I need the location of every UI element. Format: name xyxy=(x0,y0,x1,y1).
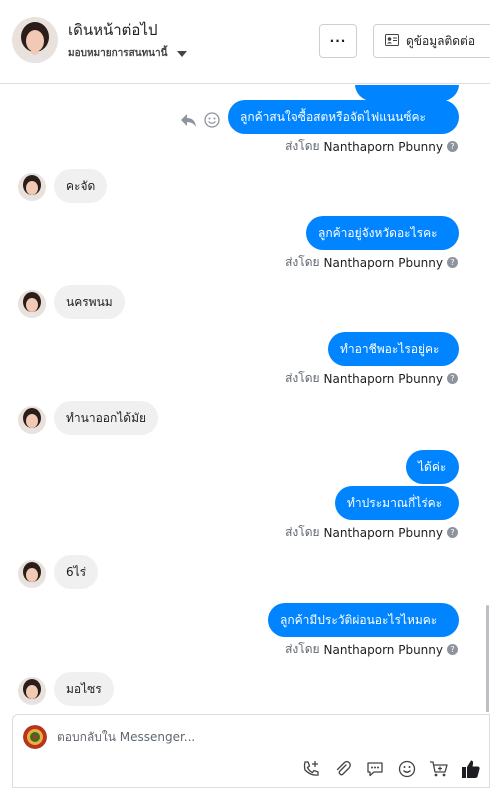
sent-by-prefix: ส่งโดย xyxy=(285,371,320,385)
help-icon[interactable]: ? xyxy=(447,527,458,538)
message-outgoing: ทำอาชีพอะไรอยู่คะ xyxy=(328,332,459,366)
message-incoming: 6ไร่ xyxy=(54,555,99,589)
sent-by-label: ส่งโดย Nanthaporn Pbunny ? xyxy=(285,369,458,388)
sent-by-prefix: ส่งโดย xyxy=(285,139,320,153)
assign-label: มอบหมายการสนทนานี้ xyxy=(68,48,168,59)
page-avatar xyxy=(23,725,47,749)
sent-by-prefix: ส่งโดย xyxy=(285,642,320,656)
message-incoming: คะจัด xyxy=(54,169,108,203)
message-incoming: มอไซร xyxy=(54,672,114,706)
more-label: ··· xyxy=(329,34,347,48)
like-icon[interactable] xyxy=(461,759,481,779)
sender-avatar xyxy=(18,290,46,318)
sender-avatar xyxy=(18,560,46,588)
sender-avatar xyxy=(18,677,46,705)
emoji-react-icon[interactable] xyxy=(204,112,220,132)
sender-name[interactable]: Nanthaporn Pbunny xyxy=(324,140,443,154)
message-thread[interactable]: ลูกค้าสนใจซื้อสตหรือจัดไฟแนนซ์คะ ส่งโดย … xyxy=(0,85,490,712)
saved-reply-icon[interactable] xyxy=(365,759,385,779)
reply-input[interactable] xyxy=(57,727,357,747)
assign-conversation-dropdown[interactable]: มอบหมายการสนทนานี้ xyxy=(68,46,188,61)
scrollbar[interactable] xyxy=(486,605,489,712)
contact-avatar[interactable] xyxy=(12,17,58,63)
composer-toolbar xyxy=(301,759,481,779)
help-icon[interactable]: ? xyxy=(447,141,458,152)
message-incoming: ทำนาออกได้มัย xyxy=(54,401,159,435)
contact-button-label: ดูข้อมูลติดต่อ xyxy=(406,33,476,48)
view-contact-button[interactable]: ดูข้อมูลติดต่อ xyxy=(373,24,490,58)
sent-by-label: ส่งโดย Nanthaporn Pbunny ? xyxy=(285,137,458,156)
sent-by-label: ส่งโดย Nanthaporn Pbunny ? xyxy=(285,640,458,659)
sender-name[interactable]: Nanthaporn Pbunny xyxy=(324,643,443,657)
sender-name[interactable]: Nanthaporn Pbunny xyxy=(324,256,443,270)
help-icon[interactable]: ? xyxy=(447,373,458,384)
contact-card-icon xyxy=(385,33,399,49)
sender-name[interactable]: Nanthaporn Pbunny xyxy=(324,372,443,386)
message-outgoing-partial xyxy=(355,85,459,101)
message-outgoing: ได้ค่ะ xyxy=(406,450,459,484)
reply-composer xyxy=(12,714,490,788)
sent-by-label: ส่งโดย Nanthaporn Pbunny ? xyxy=(285,253,458,272)
caret-down-icon xyxy=(177,50,188,57)
attachment-icon[interactable] xyxy=(333,759,353,779)
reply-icon[interactable] xyxy=(180,112,198,132)
message-outgoing: ทำประมาณกี่ไร่คะ xyxy=(335,486,459,520)
conversation-header: เดินหน้าต่อไป มอบหมายการสนทนานี้ ··· ดูข… xyxy=(0,0,490,84)
sender-avatar xyxy=(18,406,46,434)
sender-avatar xyxy=(18,173,46,201)
contact-name: เดินหน้าต่อไป xyxy=(68,21,158,39)
sender-name[interactable]: Nanthaporn Pbunny xyxy=(324,526,443,540)
help-icon[interactable]: ? xyxy=(447,644,458,655)
sent-by-prefix: ส่งโดย xyxy=(285,525,320,539)
add-call-icon[interactable] xyxy=(301,759,321,779)
cart-icon[interactable] xyxy=(429,759,449,779)
sent-by-label: ส่งโดย Nanthaporn Pbunny ? xyxy=(285,523,458,542)
sent-by-prefix: ส่งโดย xyxy=(285,255,320,269)
message-actions xyxy=(180,112,220,132)
message-outgoing: ลูกค้าสนใจซื้อสตหรือจัดไฟแนนซ์คะ xyxy=(228,100,459,134)
message-incoming: นครพนม xyxy=(54,285,125,319)
message-outgoing: ลูกค้าอยู่จังหวัดอะไรคะ xyxy=(306,216,459,250)
more-options-button[interactable]: ··· xyxy=(319,24,357,58)
emoji-icon[interactable] xyxy=(397,759,417,779)
help-icon[interactable]: ? xyxy=(447,257,458,268)
message-outgoing: ลูกค้ามีประวัติผ่อนอะไรไหมคะ xyxy=(268,603,459,637)
